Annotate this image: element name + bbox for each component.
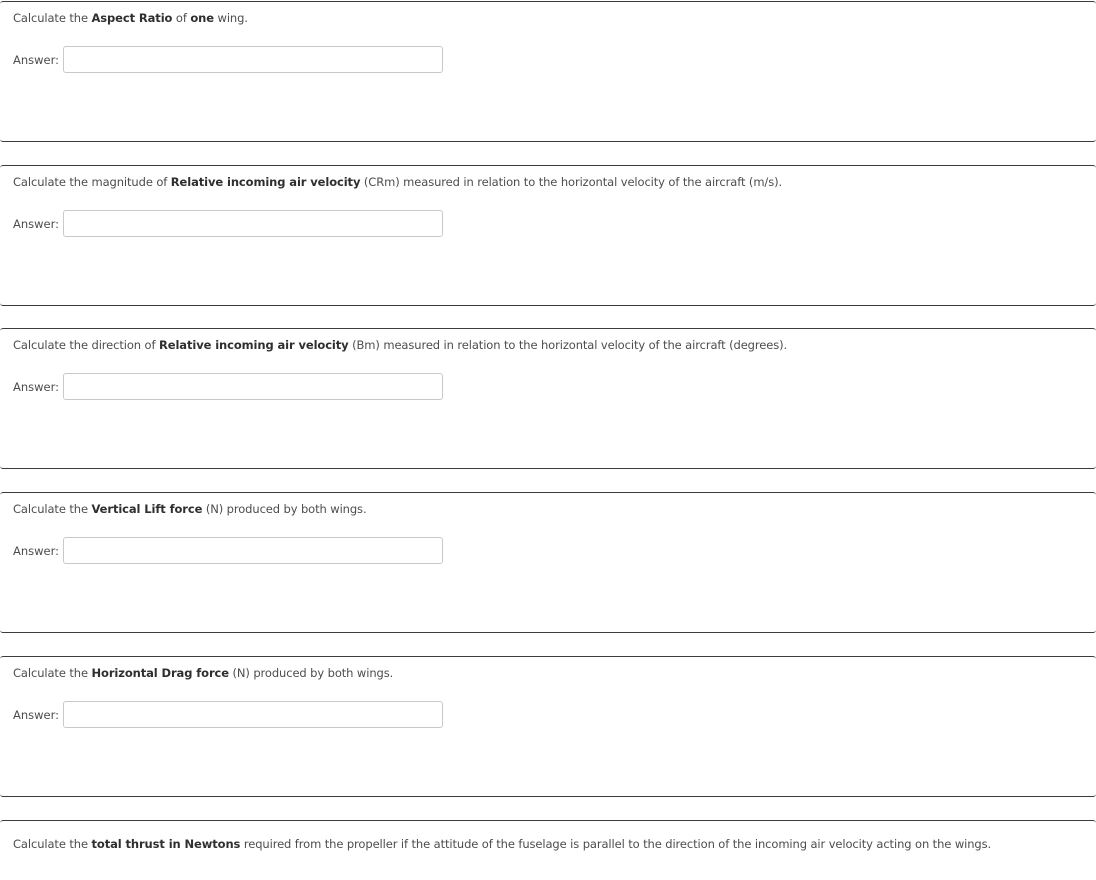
answer-label: Answer:: [13, 544, 60, 558]
question-text: Calculate the total thrust in Newtons re…: [13, 837, 991, 851]
question-text: Calculate the Aspect Ratio of one wing.: [13, 11, 248, 25]
question-text-segment: Calculate the magnitude of: [13, 175, 171, 189]
question-text: Calculate the magnitude of Relative inco…: [13, 175, 782, 189]
question-text: Calculate the Horizontal Drag force (N) …: [13, 666, 393, 680]
question-keyword: Vertical Lift force: [91, 502, 203, 516]
question-text-segment: wing.: [213, 11, 248, 25]
question-text-segment: Calculate the: [13, 502, 92, 516]
question-text: Calculate the direction of Relative inco…: [13, 338, 787, 352]
question-text-segment: required from the propeller if the attit…: [240, 837, 992, 851]
question-block-5: Calculate the Horizontal Drag force (N) …: [0, 656, 1096, 797]
question-keyword: total thrust in Newtons: [91, 837, 241, 851]
question-text-segment: (CRm) measured in relation to the horizo…: [360, 175, 783, 189]
answer-input[interactable]: [63, 537, 443, 564]
question-block-2: Calculate the magnitude of Relative inco…: [0, 165, 1096, 306]
question-block-4: Calculate the Vertical Lift force (N) pr…: [0, 492, 1096, 633]
answer-label: Answer:: [13, 53, 60, 67]
answer-input[interactable]: [63, 373, 443, 400]
answer-label: Answer:: [13, 708, 60, 722]
answer-input[interactable]: [63, 701, 443, 728]
answer-label: Answer:: [13, 380, 60, 394]
question-text-segment: (Bm) measured in relation to the horizon…: [348, 338, 788, 352]
question-keyword: Relative incoming air velocity: [170, 175, 361, 189]
question-keyword: one: [190, 11, 214, 25]
question-text-segment: (N) produced by both wings.: [202, 502, 367, 516]
question-keyword: Horizontal Drag force: [91, 666, 230, 680]
answer-input[interactable]: [63, 46, 443, 73]
question-text-segment: Calculate the direction of: [13, 338, 159, 352]
question-block-6: Calculate the total thrust in Newtons re…: [0, 820, 1096, 880]
question-text-segment: of: [172, 11, 191, 25]
question-text: Calculate the Vertical Lift force (N) pr…: [13, 502, 367, 516]
question-text-segment: Calculate the: [13, 837, 92, 851]
question-block-3: Calculate the direction of Relative inco…: [0, 328, 1096, 469]
question-text-segment: Calculate the: [13, 666, 92, 680]
question-text-segment: Calculate the: [13, 11, 92, 25]
question-text-segment: (N) produced by both wings.: [228, 666, 394, 680]
question-keyword: Aspect Ratio: [91, 11, 173, 25]
answer-input[interactable]: [63, 210, 443, 237]
question-block-1: Calculate the Aspect Ratio of one wing. …: [0, 1, 1096, 142]
question-keyword: Relative incoming air velocity: [159, 338, 349, 352]
answer-label: Answer:: [13, 217, 60, 231]
